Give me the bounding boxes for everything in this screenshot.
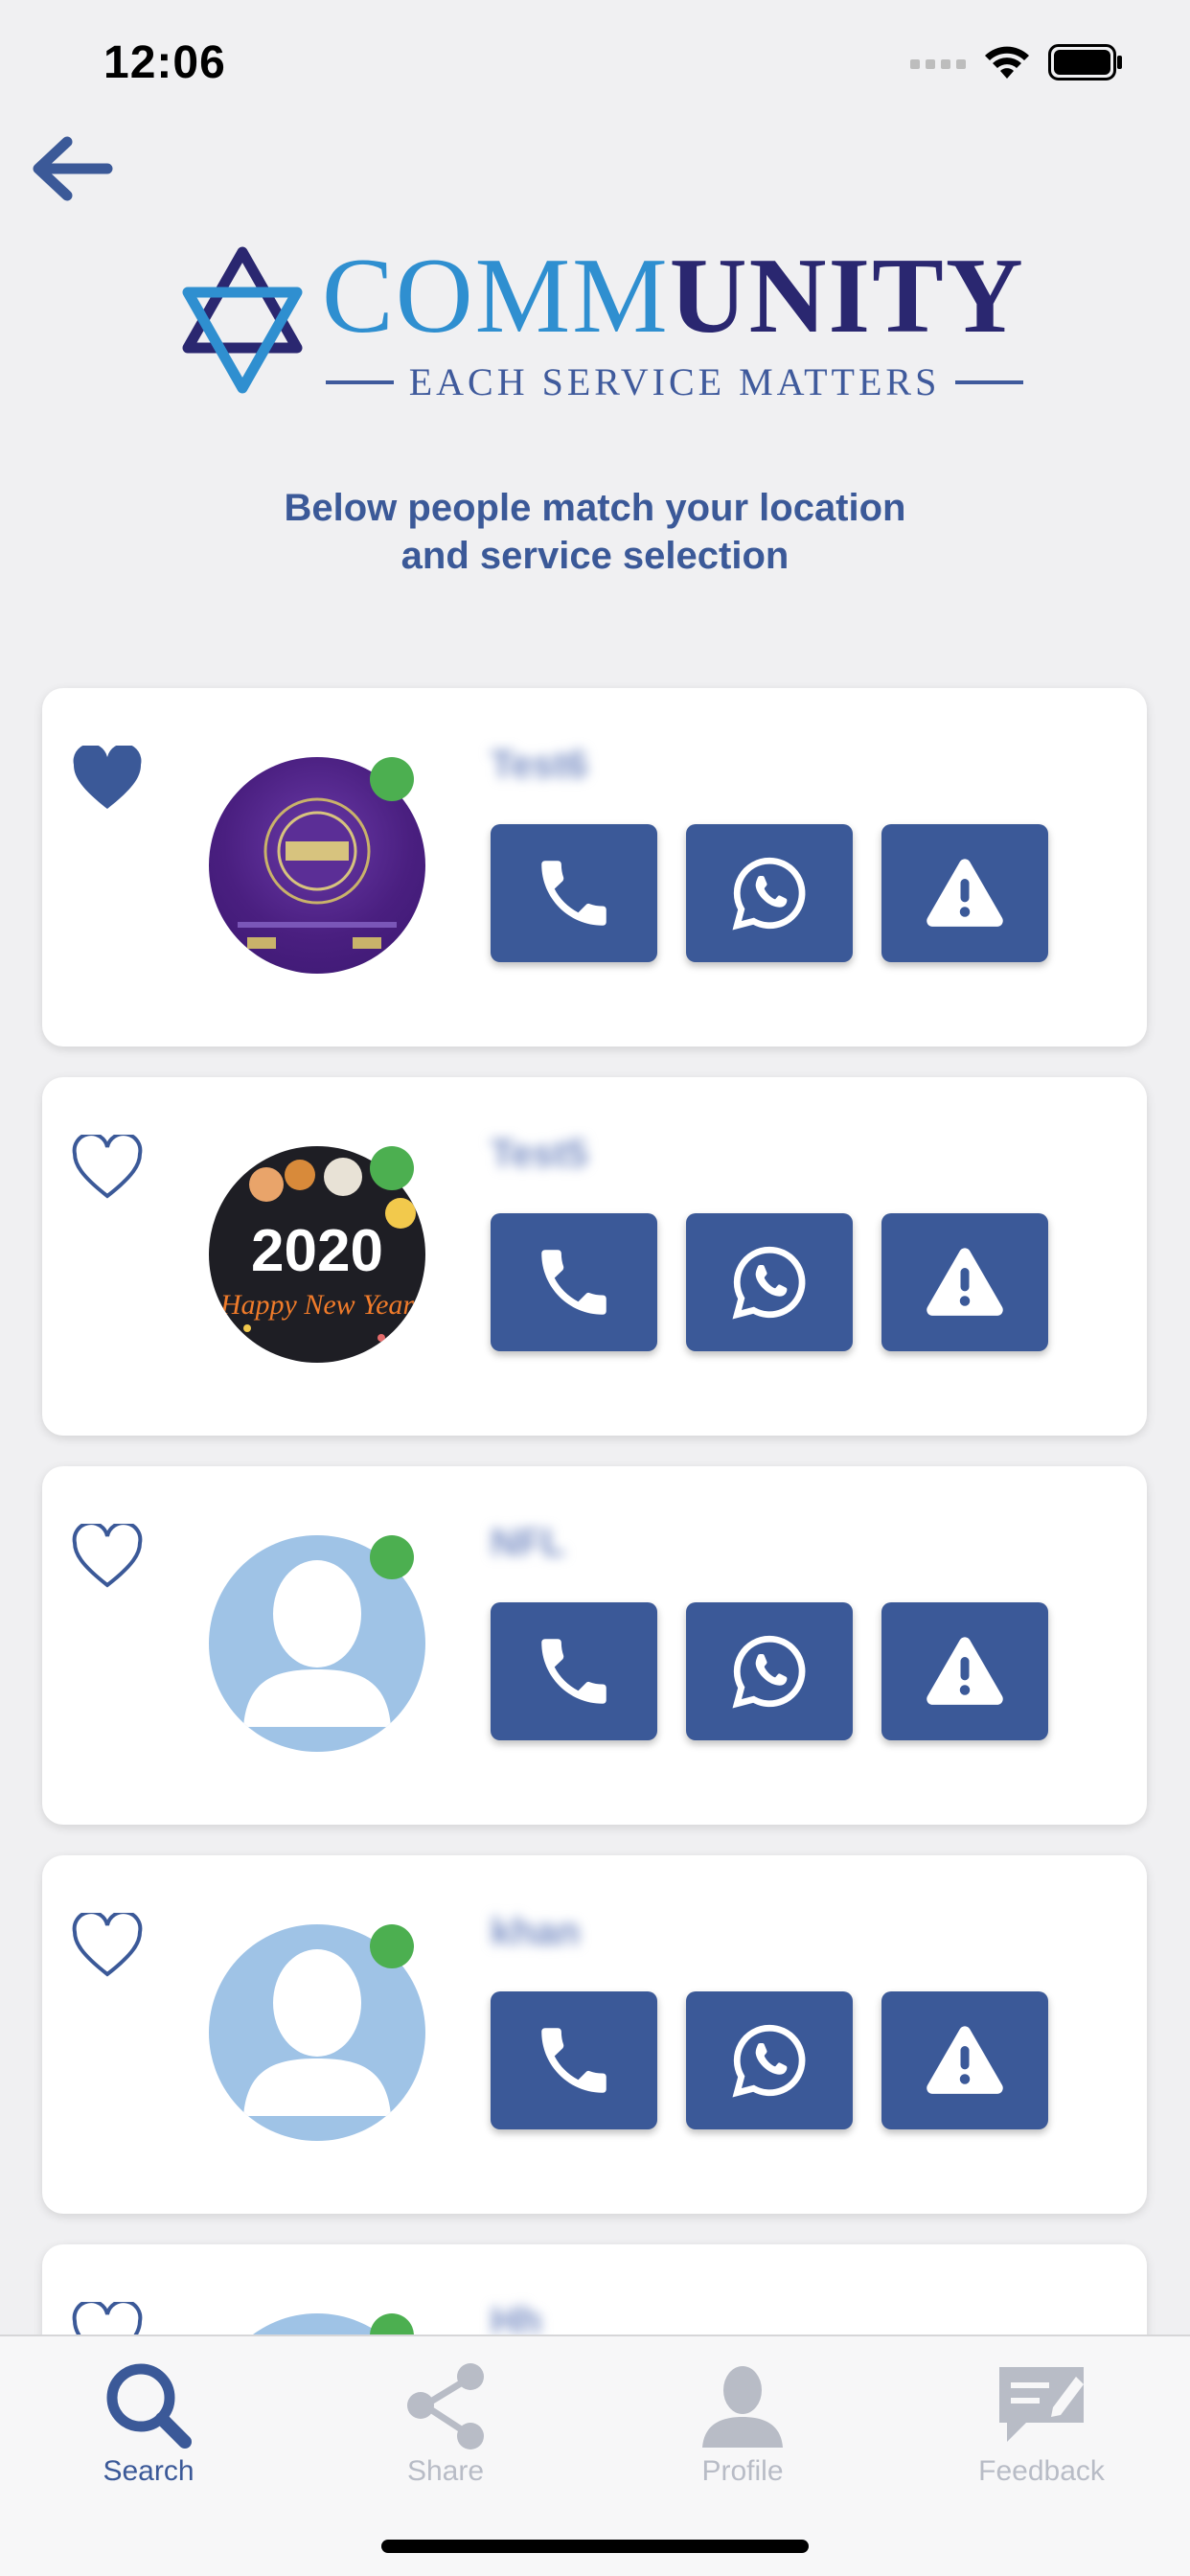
result-name: khan — [491, 1911, 581, 1953]
phone-icon — [541, 2028, 606, 2093]
whatsapp-icon — [732, 1635, 806, 1709]
svg-text:Happy New Year: Happy New Year — [219, 1289, 415, 1321]
tab-label: Feedback — [978, 2455, 1105, 2487]
result-name: Test6 — [491, 744, 588, 786]
feedback-icon — [999, 2367, 1084, 2442]
whatsapp-button[interactable] — [686, 1213, 853, 1351]
favorite-button[interactable] — [71, 2299, 144, 2334]
report-button[interactable] — [881, 1602, 1048, 1740]
heart-filled-icon — [73, 744, 142, 809]
whatsapp-icon — [732, 857, 806, 931]
tab-label: Search — [103, 2455, 195, 2487]
tab-share[interactable]: Share — [297, 2346, 594, 2518]
share-icon — [407, 2363, 484, 2450]
favorite-button[interactable] — [71, 1132, 144, 1202]
phone-icon — [541, 1250, 606, 1315]
tab-profile[interactable]: Profile — [594, 2346, 891, 2518]
whatsapp-button[interactable] — [686, 824, 853, 962]
home-indicator — [381, 2540, 809, 2553]
warning-icon — [927, 1248, 1003, 1316]
online-status-indicator — [370, 1535, 414, 1579]
avatar — [209, 2313, 425, 2334]
heart-outline-icon — [72, 2299, 143, 2334]
online-status-indicator — [370, 1146, 414, 1190]
call-button[interactable] — [491, 1602, 657, 1740]
warning-icon — [927, 2026, 1003, 2094]
heart-outline-icon — [72, 1521, 143, 1588]
result-card: khan — [42, 1855, 1147, 2214]
profile-icon — [702, 2366, 783, 2448]
avatar — [209, 757, 425, 974]
result-card: Test6 — [42, 688, 1147, 1046]
report-button[interactable] — [881, 1213, 1048, 1351]
favorite-button[interactable] — [71, 1910, 144, 1980]
whatsapp-button[interactable] — [686, 1991, 853, 2129]
avatar — [209, 1535, 425, 1752]
call-button[interactable] — [491, 1213, 657, 1351]
tab-feedback[interactable]: Feedback — [893, 2346, 1190, 2518]
favorite-button[interactable] — [71, 1521, 144, 1591]
avatar: 2020 Happy New Year — [209, 1146, 425, 1363]
result-name: Hh — [491, 2300, 542, 2334]
result-name: Test5 — [491, 1133, 588, 1175]
call-button[interactable] — [491, 824, 657, 962]
results-list[interactable]: Test6 2020 Happy New Year Test5 NFL khan… — [0, 0, 1190, 2334]
tab-label: Share — [406, 2455, 485, 2487]
online-status-indicator — [370, 1924, 414, 1968]
call-button[interactable] — [491, 1991, 657, 2129]
svg-text:2020: 2020 — [251, 1218, 383, 1284]
report-button[interactable] — [881, 1991, 1048, 2129]
tab-search[interactable]: Search — [0, 2346, 297, 2518]
result-card: NFL — [42, 1466, 1147, 1825]
result-card: Hh — [42, 2244, 1147, 2334]
phone-icon — [541, 861, 606, 926]
heart-outline-icon — [72, 1132, 143, 1199]
whatsapp-button[interactable] — [686, 1602, 853, 1740]
warning-icon — [927, 1637, 1003, 1705]
warning-icon — [927, 859, 1003, 927]
search-icon — [106, 2363, 192, 2449]
report-button[interactable] — [881, 824, 1048, 962]
tab-label: Profile — [701, 2455, 784, 2487]
whatsapp-icon — [732, 1246, 806, 1320]
heart-outline-icon — [72, 1910, 143, 1977]
result-name: NFL — [491, 1522, 565, 1564]
online-status-indicator — [370, 757, 414, 801]
favorite-button[interactable] — [71, 744, 144, 813]
phone-icon — [541, 1639, 606, 1704]
online-status-indicator — [370, 2313, 414, 2334]
whatsapp-icon — [732, 2024, 806, 2098]
result-card: 2020 Happy New Year Test5 — [42, 1077, 1147, 1436]
avatar — [209, 1924, 425, 2141]
